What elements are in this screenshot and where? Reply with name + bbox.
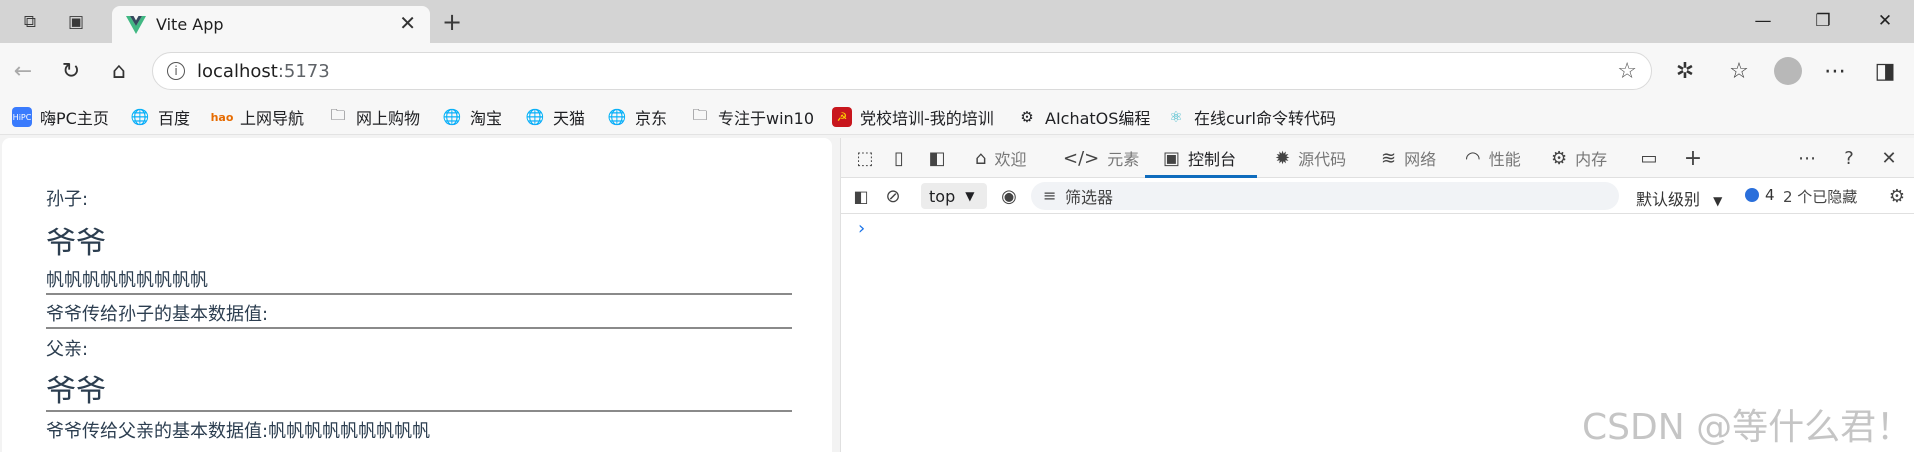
url-text: localhost:5173 xyxy=(197,61,330,82)
folder-icon: 🗀 xyxy=(330,105,346,124)
favorites-icon[interactable]: ☆ xyxy=(1724,56,1754,86)
minimize-icon[interactable]: — xyxy=(1748,9,1778,33)
bookmark-item[interactable]: ⚛ 在线curl命令转代码 xyxy=(1166,105,1336,129)
watermark: CSDN @等什么君！ xyxy=(1582,407,1913,448)
father-label: 父亲: xyxy=(46,339,89,360)
bookmark-item[interactable]: ⚙ AIchatOS编程 xyxy=(1017,105,1150,129)
code-icon: </> xyxy=(1063,147,1100,169)
bug-icon: ✹ xyxy=(1275,147,1291,169)
filter-input[interactable]: ≡ 筛选器 xyxy=(1031,182,1619,210)
restore-icon[interactable]: ❐ xyxy=(1808,9,1838,33)
log-level-select[interactable]: 默认级别 ▼ xyxy=(1636,186,1722,210)
help-icon[interactable]: ? xyxy=(1837,146,1861,170)
react-icon: ⚛ xyxy=(1169,108,1183,126)
bookmark-item[interactable]: 🌐 百度 xyxy=(130,105,190,129)
avatar[interactable] xyxy=(1774,57,1802,85)
refresh-icon[interactable]: ↻ xyxy=(56,56,86,86)
context-select[interactable]: top ▼ xyxy=(921,183,987,209)
wifi-icon: ≋ xyxy=(1381,147,1397,169)
settings-icon[interactable]: ⚙ xyxy=(1885,184,1909,208)
page-content: 孙子: 爷爷 帆帆帆帆帆帆帆帆帆 爷爷传给孙子的基本数据值: 父亲: 爷爷 爷爷… xyxy=(2,138,832,452)
openai-icon: ⚙ xyxy=(1020,108,1034,126)
globe-icon: 🌐 xyxy=(525,108,545,126)
bookmark-item[interactable]: 🗀 专注于win10 xyxy=(690,105,814,129)
clear-console-icon[interactable]: ⊘ xyxy=(881,184,905,208)
tab-network[interactable]: ≋ 网络 xyxy=(1381,138,1436,178)
back-icon[interactable]: ← xyxy=(8,56,38,86)
dock-icon[interactable]: ◧ xyxy=(925,146,949,170)
tab-memory[interactable]: ⚙ 内存 xyxy=(1551,138,1607,178)
tab-performance[interactable]: ◠ 性能 xyxy=(1465,138,1521,178)
console-toolbar: ◧ ⊘ top ▼ ◉ ≡ 筛选器 默认级别 ▼ 4 2 个已隐藏 ⚙ xyxy=(841,178,1914,214)
sidebar-toggle-icon[interactable]: ◨ xyxy=(1870,56,1900,86)
address-bar[interactable]: i localhost:5173 ☆ xyxy=(152,52,1652,90)
console-prompt[interactable]: › xyxy=(858,218,865,239)
tab-sources[interactable]: ✹ 源代码 xyxy=(1275,138,1346,178)
globe-icon: 🌐 xyxy=(130,108,150,126)
live-expression-icon[interactable]: ◉ xyxy=(997,184,1021,208)
close-devtools-icon[interactable]: ✕ xyxy=(1877,146,1901,170)
window-close-icon[interactable]: ✕ xyxy=(1870,9,1900,33)
grandson-description: 爷爷传给孙子的基本数据值: xyxy=(46,304,269,325)
hipc-icon: HiPC xyxy=(12,107,32,127)
close-icon[interactable]: ✕ xyxy=(399,11,416,35)
grandpa-heading: 爷爷 xyxy=(46,226,106,261)
more-tools-icon[interactable]: ▭ xyxy=(1637,146,1661,170)
add-tool-icon[interactable]: + xyxy=(1681,146,1705,171)
vertical-tabs-icon[interactable]: ▣ xyxy=(64,10,88,34)
console-icon: ▣ xyxy=(1163,147,1181,169)
father-description: 爷爷传给父亲的基本数据值:帆帆帆帆帆帆帆帆帆 xyxy=(46,421,431,442)
workspaces-icon[interactable]: ⧉ xyxy=(18,10,42,34)
home-icon: ⌂ xyxy=(975,147,987,169)
issues-badge[interactable]: 4 xyxy=(1745,186,1775,204)
hao-icon: hao xyxy=(210,110,234,124)
sidebar-icon[interactable]: ◧ xyxy=(849,184,873,208)
home-icon[interactable]: ⌂ xyxy=(104,56,134,86)
devtools-tabbar: ⬚ ▯ ◧ ⌂ 欢迎 </> 元素 ▣ 控制台 ✹ 源代码 ≋ 网络 ◠ 性能 ⚙ 内存 ▭ … xyxy=(841,138,1914,178)
gauge-icon: ◠ xyxy=(1465,147,1481,169)
tab-vite-app[interactable]: Vite App ✕ xyxy=(112,6,430,43)
hidden-count[interactable]: 2 个已隐藏 xyxy=(1783,186,1857,207)
more-icon[interactable]: ⋯ xyxy=(1820,56,1850,86)
divider xyxy=(46,410,792,412)
divider xyxy=(46,327,792,329)
globe-icon: 🌐 xyxy=(442,108,462,126)
bookmark-item[interactable]: ☭ 党校培训-我的培训 xyxy=(832,105,994,129)
bookmark-item[interactable]: HiPC 嗨PC主页 xyxy=(12,105,109,129)
bookmark-item[interactable]: hao 上网导航 xyxy=(210,105,304,129)
father-value: 帆帆帆帆帆帆帆帆帆 xyxy=(268,421,431,442)
title-bar: ⧉ ▣ Vite App ✕ + — ❐ ✕ xyxy=(0,0,1914,43)
device-emulation-icon[interactable]: ▯ xyxy=(887,146,911,170)
bookmark-item[interactable]: 🌐 天猫 xyxy=(525,105,585,129)
bookmarks-bar: HiPC 嗨PC主页 🌐 百度 hao 上网导航 🗀 网上购物 🌐 淘宝 🌐 天… xyxy=(0,100,1914,135)
chevron-down-icon: ▼ xyxy=(1713,194,1723,208)
folder-icon: 🗀 xyxy=(692,105,708,124)
customize-icon[interactable]: ⋯ xyxy=(1795,146,1819,170)
globe-icon: 🌐 xyxy=(607,108,627,126)
bookmark-item[interactable]: 🌐 京东 xyxy=(607,105,667,129)
party-icon: ☭ xyxy=(832,107,852,127)
tab-welcome[interactable]: ⌂ 欢迎 xyxy=(975,138,1026,178)
grandson-label: 孙子: xyxy=(46,189,89,210)
tab-console[interactable]: ▣ 控制台 xyxy=(1163,138,1236,178)
bookmark-item[interactable]: 🌐 淘宝 xyxy=(442,105,502,129)
tab-elements[interactable]: </> 元素 xyxy=(1063,138,1139,178)
tab-title: Vite App xyxy=(156,15,224,34)
vite-logo-icon xyxy=(126,16,146,34)
chevron-down-icon: ▼ xyxy=(965,189,975,203)
inspect-icon[interactable]: ⬚ xyxy=(853,146,877,170)
filter-icon: ≡ xyxy=(1043,186,1057,205)
message-icon xyxy=(1745,188,1759,202)
extensions-icon[interactable]: ✲ xyxy=(1670,56,1700,86)
bookmark-item[interactable]: 🗀 网上购物 xyxy=(328,105,420,129)
grandpa-heading: 爷爷 xyxy=(46,374,106,409)
chip-icon: ⚙ xyxy=(1551,147,1568,169)
divider xyxy=(46,293,792,295)
toolbar: ← ↻ ⌂ i localhost:5173 ☆ ✲ ☆ ⋯ ◨ xyxy=(0,43,1914,100)
favorite-star-icon[interactable]: ☆ xyxy=(1617,59,1637,84)
new-tab-icon[interactable]: + xyxy=(440,8,464,36)
info-icon[interactable]: i xyxy=(167,62,185,80)
grandson-value: 帆帆帆帆帆帆帆帆帆 xyxy=(46,270,208,291)
